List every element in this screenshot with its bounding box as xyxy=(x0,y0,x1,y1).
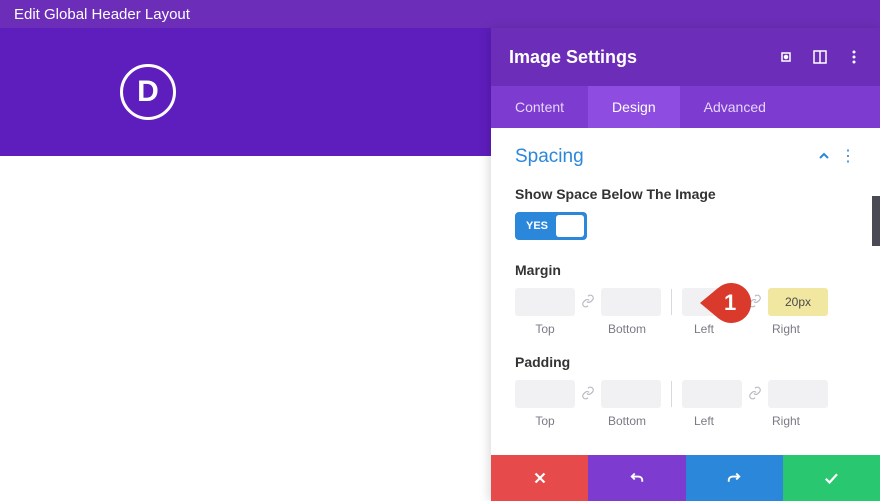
panel-footer xyxy=(491,455,880,501)
padding-left-input[interactable] xyxy=(682,380,742,408)
section-header: Spacing ⋮ xyxy=(515,146,856,168)
show-space-toggle[interactable]: YES xyxy=(515,212,587,240)
tabs: Content Design Advanced xyxy=(491,86,880,128)
padding-top-label: Top xyxy=(515,414,575,428)
tab-content[interactable]: Content xyxy=(491,86,588,128)
margin-right-label: Right xyxy=(756,322,816,336)
logo-wrapper: D xyxy=(120,64,176,120)
undo-button[interactable] xyxy=(588,455,685,501)
padding-bottom-label: Bottom xyxy=(597,414,657,428)
top-bar: Edit Global Header Layout xyxy=(0,0,880,28)
margin-label: Margin xyxy=(515,262,856,278)
margin-left-input[interactable] xyxy=(682,288,742,316)
show-space-label: Show Space Below The Image xyxy=(515,186,856,202)
tab-advanced[interactable]: Advanced xyxy=(680,86,790,128)
divider xyxy=(671,289,672,315)
chevron-up-icon[interactable] xyxy=(818,149,830,165)
margin-group: Margin Top Bottom Left Right xyxy=(515,262,856,336)
padding-top-input[interactable] xyxy=(515,380,575,408)
menu-dots-icon[interactable] xyxy=(846,49,862,65)
toggle-yes-text: YES xyxy=(518,220,556,232)
logo-letter: D xyxy=(137,75,159,109)
settings-panel: Image Settings Content Design Advanced S… xyxy=(491,28,880,501)
expand-icon[interactable] xyxy=(778,49,794,65)
padding-right-label: Right xyxy=(756,414,816,428)
margin-bottom-input[interactable] xyxy=(601,288,661,316)
section-menu-icon[interactable]: ⋮ xyxy=(840,149,856,165)
save-button[interactable] xyxy=(783,455,880,501)
panel-body: Spacing ⋮ Show Space Below The Image YES… xyxy=(491,128,880,455)
link-icon[interactable] xyxy=(579,294,597,311)
top-bar-title: Edit Global Header Layout xyxy=(14,6,190,23)
toggle-knob xyxy=(556,215,584,237)
header-preview: D xyxy=(0,28,491,156)
padding-left-label: Left xyxy=(674,414,734,428)
link-icon[interactable] xyxy=(746,386,764,403)
redo-button[interactable] xyxy=(686,455,783,501)
snap-icon[interactable] xyxy=(812,49,828,65)
margin-top-label: Top xyxy=(515,322,575,336)
link-icon[interactable] xyxy=(746,294,764,311)
tab-design[interactable]: Design xyxy=(588,86,680,128)
margin-bottom-label: Bottom xyxy=(597,322,657,336)
logo-icon[interactable]: D xyxy=(120,64,176,120)
padding-label: Padding xyxy=(515,354,856,370)
cancel-button[interactable] xyxy=(491,455,588,501)
padding-right-input[interactable] xyxy=(768,380,828,408)
margin-left-label: Left xyxy=(674,322,734,336)
link-icon[interactable] xyxy=(579,386,597,403)
divider xyxy=(671,381,672,407)
padding-group: Padding Top Bottom Left Right xyxy=(515,354,856,428)
section-title: Spacing xyxy=(515,146,584,168)
padding-bottom-input[interactable] xyxy=(601,380,661,408)
side-scroll-handle[interactable] xyxy=(872,196,880,246)
panel-header-icons xyxy=(778,49,862,65)
margin-top-input[interactable] xyxy=(515,288,575,316)
panel-header: Image Settings xyxy=(491,28,880,86)
panel-title: Image Settings xyxy=(509,47,637,68)
margin-right-input[interactable] xyxy=(768,288,828,316)
